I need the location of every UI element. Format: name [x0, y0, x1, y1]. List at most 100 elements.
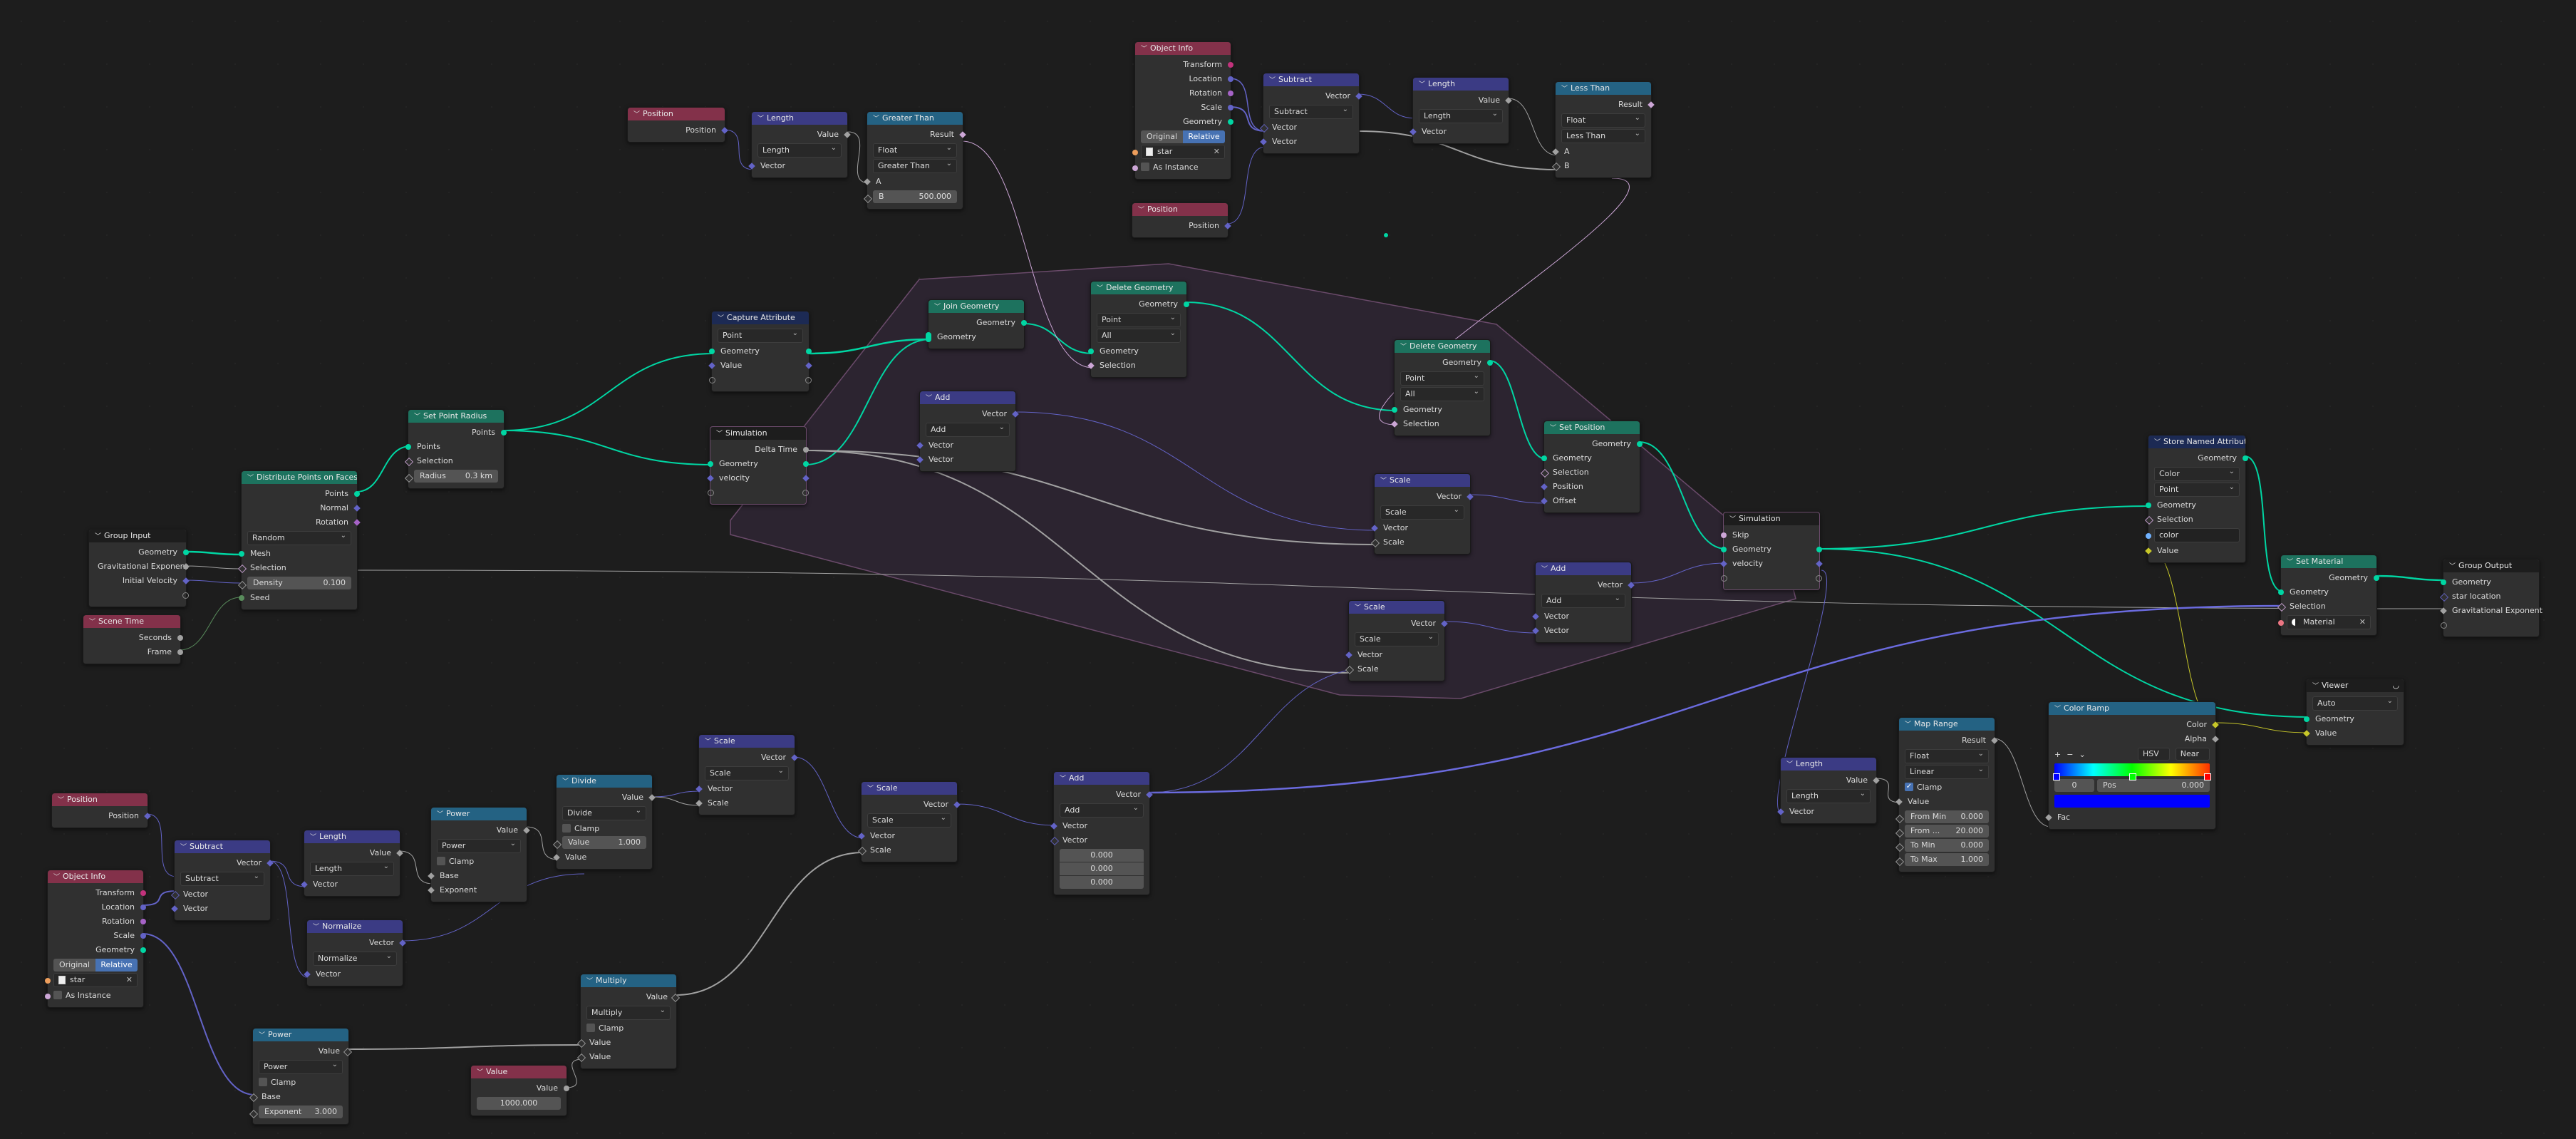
vector-socket[interactable]	[1441, 620, 1448, 627]
node-scene-time[interactable]: ﹀ Scene Time Seconds Frame	[83, 614, 183, 664]
vector-socket[interactable]	[182, 577, 190, 584]
node-link[interactable]	[502, 430, 713, 465]
vector-socket[interactable]	[916, 456, 924, 463]
node-header[interactable]: ﹀ Power	[253, 1029, 348, 1041]
float-socket[interactable]	[249, 1093, 259, 1103]
float-socket[interactable]	[177, 635, 183, 641]
clear-icon[interactable]: ✕	[1214, 145, 1220, 158]
operation-dropdown[interactable]: Greater Than	[873, 158, 957, 173]
vector-socket[interactable]	[353, 505, 361, 512]
vector-socket[interactable]	[1259, 123, 1269, 133]
distribute-method-dropdown[interactable]: Random	[247, 530, 351, 545]
collapse-chevron-icon[interactable]: ﹀	[1141, 43, 1147, 55]
value-field[interactable]: 1000.000	[477, 1097, 561, 1110]
vector-socket[interactable]	[2439, 592, 2449, 602]
bool-socket[interactable]	[45, 994, 51, 999]
exponent-field[interactable]: Exponent 3.000	[259, 1106, 343, 1118]
geometry-socket[interactable]	[1487, 360, 1493, 366]
vector-socket[interactable]	[1371, 525, 1378, 532]
node-header[interactable]: ﹀ Position	[52, 793, 148, 806]
rotation-socket[interactable]	[353, 519, 361, 526]
string-socket[interactable]	[2146, 533, 2151, 539]
geometry-socket[interactable]	[183, 550, 189, 555]
original-option[interactable]: Original	[53, 959, 95, 972]
checkbox-box[interactable]	[437, 857, 445, 865]
float-socket[interactable]	[564, 1086, 569, 1091]
collapse-chevron-icon[interactable]: ﹀	[2054, 703, 2061, 715]
ramp-stop-handle[interactable]	[2204, 773, 2211, 780]
relative-option[interactable]: Relative	[1183, 130, 1225, 143]
geometry-socket[interactable]	[1088, 349, 1094, 354]
operation-dropdown[interactable]: Divide	[562, 805, 646, 820]
node-header[interactable]: ﹀ Value	[471, 1066, 567, 1078]
float-socket[interactable]	[671, 993, 681, 1003]
float-socket[interactable]	[523, 827, 530, 834]
clear-icon[interactable]: ✕	[2359, 616, 2366, 629]
float-socket[interactable]	[1370, 538, 1380, 548]
node-header[interactable]: ﹀ Distribute Points on Faces	[242, 471, 357, 484]
clamp-checkbox[interactable]: Clamp	[259, 1076, 343, 1088]
geometry-socket[interactable]	[1816, 547, 1822, 552]
node-link[interactable]	[1818, 548, 2309, 718]
node-link[interactable]	[1469, 494, 1547, 504]
collapse-chevron-icon[interactable]: ﹀	[562, 775, 569, 788]
collapse-chevron-icon[interactable]: ﹀	[1355, 602, 1361, 614]
clamp-checkbox[interactable]: Clamp	[562, 822, 646, 835]
matrix-socket[interactable]	[140, 890, 146, 896]
node-greater-than[interactable]: ﹀Greater Than Result Float Greater Than …	[863, 111, 966, 210]
node-scale[interactable]: ﹀Scale Vector Scale Vector Scale	[1370, 473, 1474, 555]
geometry-socket[interactable]	[1721, 547, 1727, 552]
vector-socket[interactable]	[1541, 498, 1548, 505]
node-length[interactable]: ﹀Length Value Length Vector	[1409, 77, 1512, 144]
bool-socket[interactable]	[2144, 515, 2154, 525]
relative-option[interactable]: Relative	[95, 959, 138, 972]
empty-socket[interactable]	[802, 490, 809, 496]
node-link[interactable]	[1630, 562, 1727, 584]
object-field[interactable]: star ✕	[53, 973, 138, 987]
node-value[interactable]: ﹀ Value Value 1000.000	[470, 1065, 569, 1116]
vector-x-field[interactable]: 0.000	[1060, 849, 1144, 862]
vector-socket[interactable]	[267, 860, 274, 867]
add-stop-button[interactable]: +	[2054, 750, 2061, 759]
operation-dropdown[interactable]: Scale	[705, 765, 789, 780]
node-header[interactable]: ﹀ Scale	[1375, 474, 1470, 487]
int-socket[interactable]	[239, 595, 244, 601]
float-socket[interactable]	[249, 1109, 259, 1119]
node-link[interactable]	[1638, 441, 1727, 550]
interpolation-dropdown[interactable]: Linear	[1905, 763, 1989, 779]
node-header[interactable]: ﹀ Viewer ◡	[2307, 679, 2404, 692]
node-link[interactable]	[1229, 78, 1266, 132]
node-power[interactable]: ﹀Power Value Power Clamp Base Exponent	[428, 807, 530, 902]
operation-dropdown[interactable]: Power	[259, 1058, 343, 1074]
node-subtract[interactable]: ﹀Subtract Vector Subtract Vector Vector	[170, 840, 274, 921]
material-field[interactable]: Material ✕	[2287, 615, 2371, 629]
node-join-geometry[interactable]: ﹀ Join Geometry Geometry Geometry	[926, 299, 1027, 349]
bool-socket[interactable]	[1087, 362, 1095, 369]
vector-socket[interactable]	[1050, 836, 1060, 846]
rotation-socket[interactable]	[140, 919, 146, 924]
geometry-socket[interactable]	[709, 349, 715, 354]
operation-dropdown[interactable]: Length	[310, 860, 394, 876]
collapse-chevron-icon[interactable]: ﹀	[1550, 422, 1556, 434]
vector-y-field[interactable]: 0.000	[1060, 862, 1144, 875]
collapse-chevron-icon[interactable]: ﹀	[437, 808, 443, 820]
color-ramp-gradient[interactable]	[2053, 763, 2211, 780]
node-set-position[interactable]: ﹀ Set Position Geometry Geometry Selectio…	[1540, 421, 1643, 513]
to-min-field[interactable]: To Min 0.000	[1905, 839, 1989, 852]
bool-socket[interactable]	[2277, 602, 2287, 612]
node-header[interactable]: ﹀ Subtract	[175, 840, 270, 853]
operation-dropdown[interactable]: Length	[1419, 108, 1503, 123]
domain-dropdown[interactable]: Point	[2154, 481, 2240, 497]
bool-socket[interactable]	[237, 564, 247, 574]
node-header[interactable]: ﹀ Delete Geometry	[1395, 340, 1490, 353]
node-divide[interactable]: ﹀Divide Value Divide Clamp Value1.000 Va…	[552, 774, 656, 870]
viewer-toggle-icon[interactable]: ◡	[2392, 679, 2399, 692]
vector-socket[interactable]	[1541, 483, 1548, 490]
vector-socket[interactable]	[916, 442, 924, 449]
float-socket[interactable]	[2440, 607, 2447, 614]
node-normalize[interactable]: ﹀Normalize Vector Normalize Vector	[304, 919, 406, 986]
bool-socket[interactable]	[959, 131, 966, 138]
node-link[interactable]	[356, 445, 411, 493]
node-distribute-points-on-faces[interactable]: ﹀ Distribute Points on Faces Points Norma…	[237, 470, 361, 610]
node-header[interactable]: ﹀ Simulation	[1724, 512, 1819, 525]
